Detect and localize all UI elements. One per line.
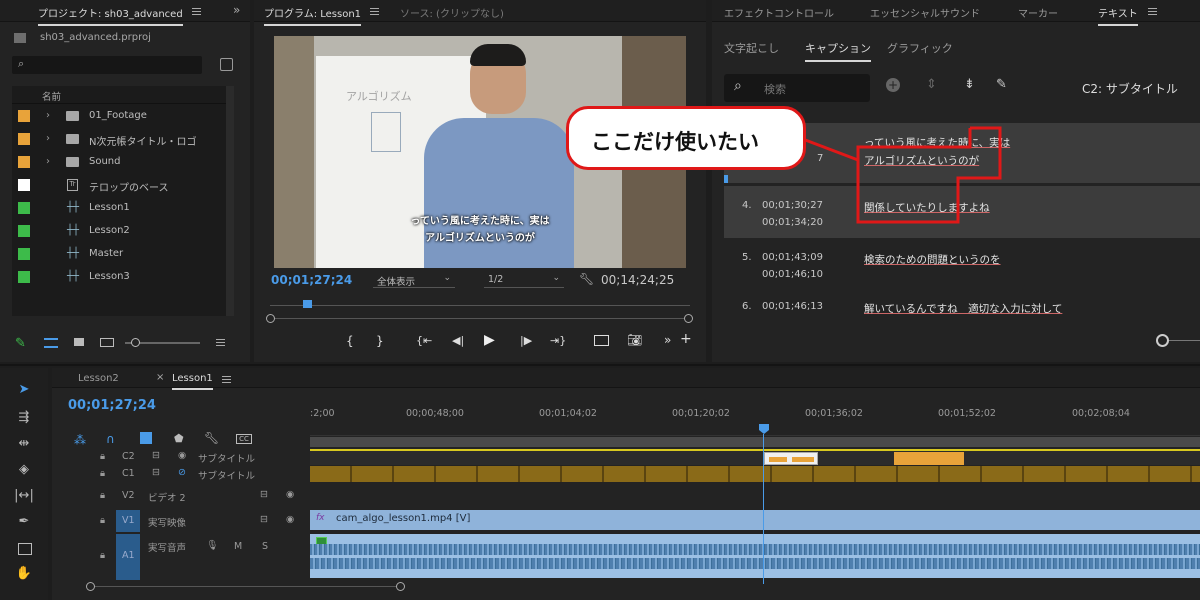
ripple-edit-tool-icon[interactable]: ⇹ [14,436,34,451]
track-name: 実写映像 [148,518,187,529]
selection-tool-icon[interactable]: ➤ [14,382,34,397]
close-icon[interactable]: × [156,372,164,383]
clip-segment [792,457,814,462]
snap-icon[interactable]: ∩ [106,432,115,446]
eye-icon[interactable]: ◉ [286,514,294,525]
lock-icon[interactable]: 🔒︎ [100,550,105,561]
track-select-tool-icon[interactable]: ⇶ [14,410,34,425]
lock-icon[interactable]: 🔒︎ [100,468,105,479]
tools-panel: ➤ ⇶ ⇹ ◈ |↔| ✒ ✋ [0,368,48,600]
hand-tool-icon[interactable]: ✋ [14,566,34,581]
playhead-line[interactable] [763,434,764,584]
timeline-timecode[interactable]: 00;01;27;24 [68,398,156,413]
ruler-label: :2;00 [310,408,335,419]
linked-selection-icon[interactable] [140,432,152,444]
video-clip[interactable]: fx cam_algo_lesson1.mp4 [V] [310,510,1200,530]
slip-tool-icon[interactable]: |↔| [14,488,34,503]
lock-icon[interactable]: 🔒︎ [100,490,105,501]
rectangle-tool-icon[interactable] [18,543,32,555]
ruler-label: 00;01;04;02 [539,408,597,419]
ruler-label: 00;01;20;02 [672,408,730,419]
track-header-v2: 🔒︎ V2 ビデオ 2 ⊟ ◉ [52,486,308,506]
work-area-bar[interactable] [310,437,1200,447]
track-id: V1 [122,515,135,526]
ruler-label: 00;00;48;00 [406,408,464,419]
audio-clip[interactable] [310,534,1200,578]
track-name: サブタイトル [198,471,256,482]
caption-clip[interactable] [764,452,818,465]
clip-name: cam_algo_lesson1.mp4 [V] [336,513,471,524]
eye-icon[interactable]: ◉ [178,450,186,461]
solo-button[interactable]: S [262,541,268,552]
track-c2-lane[interactable] [310,449,1200,465]
scroll-start-handle[interactable] [86,582,95,591]
tab-lesson1[interactable]: Lesson1 [172,373,213,390]
callout-pointer [799,136,859,162]
ruler-label: 00;01;52;02 [938,408,996,419]
track-id: V2 [122,490,135,501]
track-header-c2: 🔒︎ C2 ⊟ ◉ サブタイトル [52,449,308,465]
caption-clip[interactable] [894,452,964,465]
track-name: 実写音声 [148,543,187,554]
track-name: サブタイトル [198,454,256,465]
track-header-a1: 🔒︎ A1 実写音声 🎙︎ M S [52,534,308,580]
sync-lock-icon[interactable]: ⊟ [260,489,268,500]
callout-text: ここだけ使いたい [591,130,759,154]
track-c1-lane[interactable] [310,466,1200,482]
nest-icon[interactable]: ⁂ [74,433,86,447]
mute-button[interactable]: M [234,541,242,552]
ruler-label: 00;01;36;02 [805,408,863,419]
eye-icon[interactable]: ◉ [286,489,294,500]
lock-icon[interactable]: 🔒︎ [100,515,105,526]
panel-menu-icon[interactable] [222,376,231,383]
ruler-label: 00;02;08;04 [1072,408,1130,419]
track-header-v1: 🔒︎ V1 実写映像 ⊟ ◉ [52,510,308,532]
sync-lock-icon[interactable]: ⊟ [260,514,268,525]
callout-bubble: ここだけ使いたい [566,106,806,170]
tab-lesson2[interactable]: Lesson2 [78,373,119,384]
voice-over-icon[interactable]: 🎙︎ [206,540,218,551]
timeline-scrollbar[interactable] [90,586,400,587]
timeline-header: Lesson2 × Lesson1 [52,368,1200,390]
wrench-icon[interactable]: 🔧︎ [204,431,219,445]
track-id: A1 [122,550,135,561]
track-header-c1: 🔒︎ C1 ⊟ ⊘ サブタイトル [52,466,308,482]
sync-lock-icon[interactable]: ⊟ [152,450,160,461]
add-marker-icon[interactable]: ⬟ [174,432,184,445]
clip-segment [769,457,787,462]
fx-badge: fx [316,513,325,523]
timeline-ruler[interactable]: :2;00 00;00;48;00 00;01;04;02 00;01;20;0… [310,406,1200,436]
eye-hidden-icon[interactable]: ⊘ [178,467,186,478]
track-id: C2 [122,451,135,462]
captions-icon[interactable]: CC [236,434,252,444]
panel-divider [0,364,1200,366]
waveform-right [310,558,1200,569]
lock-icon[interactable]: 🔒︎ [100,451,105,462]
sync-lock-icon[interactable]: ⊟ [152,467,160,478]
pen-tool-icon[interactable]: ✒ [14,514,34,529]
track-name: ビデオ 2 [148,493,186,504]
track-id: C1 [122,468,135,479]
waveform-left [310,544,1200,555]
razor-tool-icon[interactable]: ◈ [14,462,34,477]
scroll-end-handle[interactable] [396,582,405,591]
